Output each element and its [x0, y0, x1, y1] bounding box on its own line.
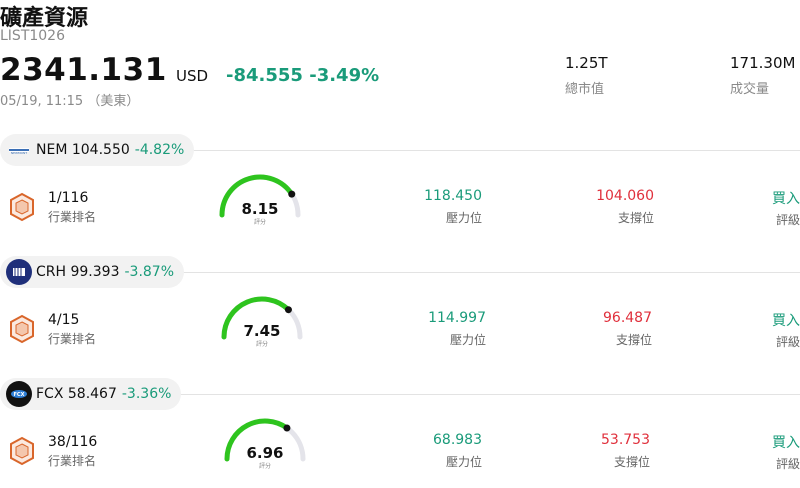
industry-rank: 1/116 — [48, 190, 89, 206]
rating-label: 評級 — [775, 457, 800, 471]
market-cap-value: 1.25T — [565, 54, 608, 72]
resistance-value: 118.450 — [424, 188, 482, 204]
score-label: 評分 — [253, 219, 266, 226]
support-value: 104.060 — [596, 188, 654, 204]
stock-symbol: CRH 99.393 — [36, 264, 120, 280]
stock-change: -3.36% — [121, 386, 172, 402]
stock-row-nem[interactable]: NEWMONT NEM 104.550 -4.82% 1/116 行業排名 8.… — [0, 122, 800, 244]
stock-row-crh[interactable]: CRH 99.393 -3.87% 4/15 行業排名 7.45 評分 114.… — [0, 244, 800, 366]
index-code: LIST1026 — [0, 28, 65, 44]
industry-hex-icon — [10, 192, 34, 222]
stock-symbol: NEM 104.550 — [36, 142, 130, 158]
volume-value: 171.30M — [730, 54, 796, 72]
svg-text:NEWMONT: NEWMONT — [11, 151, 27, 155]
industry-rank-label: 行業排名 — [48, 210, 97, 224]
stock-row-fcx[interactable]: FCX FCX 58.467 -3.36% 38/116 行業排名 6.96 評… — [0, 366, 800, 488]
score-value: 8.15 — [241, 200, 279, 218]
volume-label: 成交量 — [730, 82, 770, 97]
stock-symbol: FCX 58.467 — [36, 386, 117, 402]
stock-change: -4.82% — [134, 142, 185, 158]
support-label: 支撐位 — [615, 333, 652, 347]
resistance-value: 68.983 — [433, 432, 482, 448]
industry-hex-icon — [10, 436, 34, 466]
support-label: 支撐位 — [617, 211, 654, 225]
stock-change: -3.87% — [124, 264, 175, 280]
stock-pill[interactable]: NEWMONT NEM 104.550 -4.82% — [0, 134, 195, 166]
industry-rank-label: 行業排名 — [48, 332, 97, 346]
rating-value: 買入 — [772, 191, 800, 207]
change-percent: -3.49% — [309, 65, 380, 86]
support-label: 支撐位 — [613, 455, 650, 469]
change-value: -84.555 — [226, 65, 303, 86]
crh-logo-icon — [6, 259, 32, 285]
currency-label: USD — [176, 67, 209, 85]
support-value: 96.487 — [603, 310, 652, 326]
stock-pill[interactable]: CRH 99.393 -3.87% — [0, 256, 185, 288]
divider — [180, 394, 800, 395]
svg-text:FCX: FCX — [14, 392, 25, 398]
resistance-value: 114.997 — [428, 310, 486, 326]
price-change: -84.555 -3.49% — [226, 65, 379, 86]
score-label: 評分 — [258, 463, 271, 470]
rating-label: 評級 — [775, 335, 800, 349]
stock-pill[interactable]: FCX FCX 58.467 -3.36% — [0, 378, 182, 410]
divider — [180, 272, 800, 273]
timestamp: 05/19, 11:15 （美東） — [0, 94, 140, 109]
nem-logo-icon: NEWMONT — [6, 137, 32, 163]
score-label: 評分 — [255, 341, 268, 348]
rating-value: 買入 — [772, 435, 800, 451]
market-cap-label: 總市值 — [565, 82, 605, 97]
industry-rank: 38/116 — [48, 434, 98, 450]
industry-hex-icon — [10, 314, 34, 344]
resistance-label: 壓力位 — [449, 333, 486, 347]
industry-rank: 4/15 — [48, 312, 80, 328]
score-value: 7.45 — [243, 322, 281, 340]
divider — [180, 150, 800, 151]
support-value: 53.753 — [601, 432, 650, 448]
score-value: 6.96 — [246, 444, 284, 462]
resistance-label: 壓力位 — [445, 211, 482, 225]
rating-value: 買入 — [772, 313, 800, 329]
resistance-label: 壓力位 — [445, 455, 482, 469]
index-price: 2341.131 — [0, 52, 167, 88]
rating-label: 評級 — [775, 213, 800, 227]
fcx-logo-icon: FCX — [6, 381, 32, 407]
industry-rank-label: 行業排名 — [48, 454, 97, 468]
